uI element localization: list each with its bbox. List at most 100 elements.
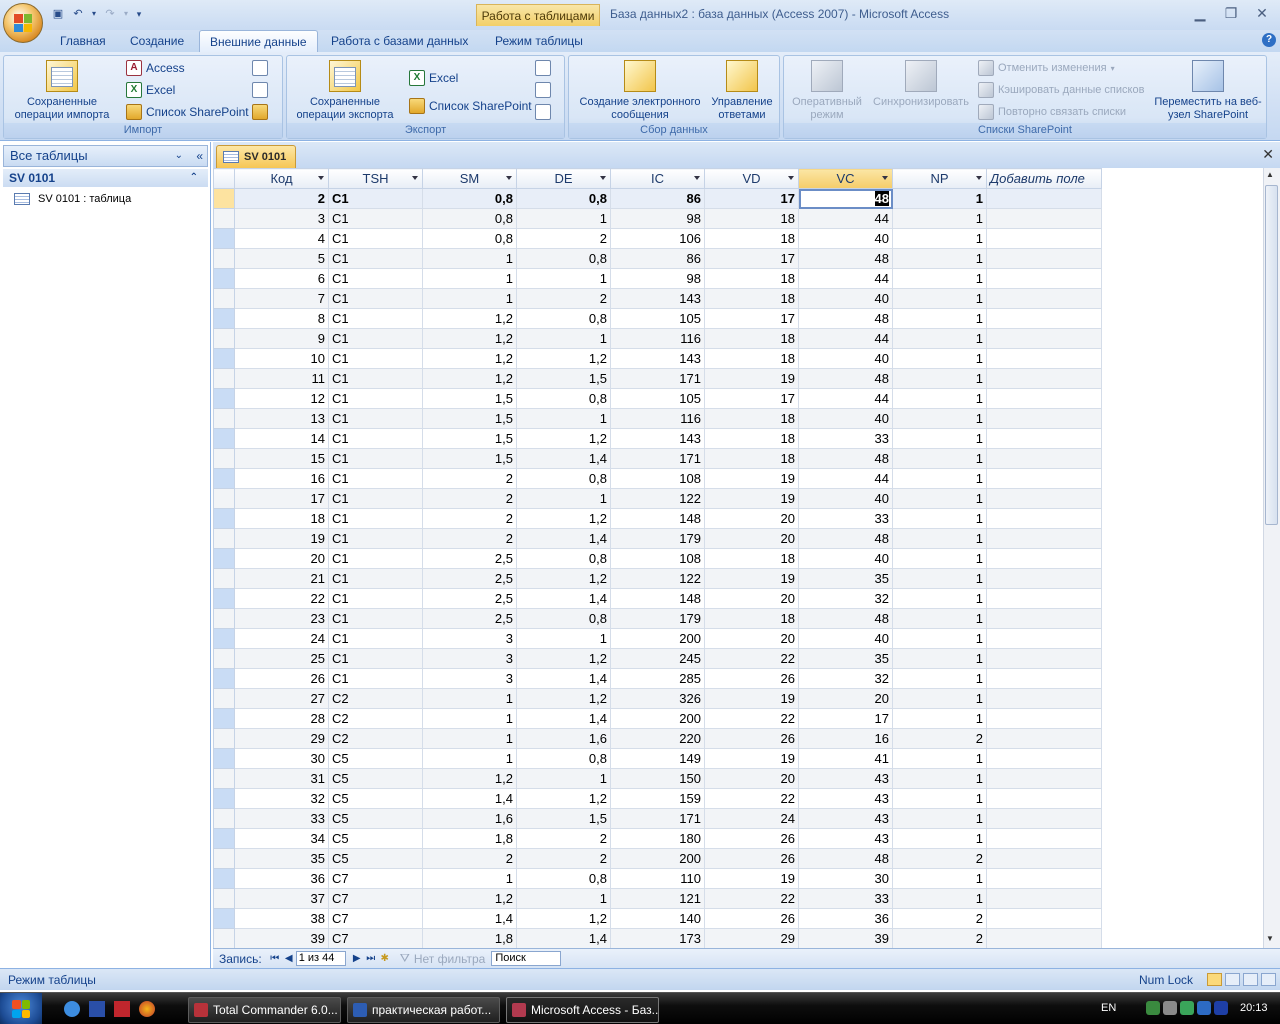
table-cell[interactable]: 19 bbox=[704, 748, 799, 769]
table-cell[interactable]: 1 bbox=[892, 688, 987, 709]
add-field-cell[interactable] bbox=[986, 468, 1102, 489]
record-selector[interactable] bbox=[213, 188, 235, 209]
record-selector[interactable] bbox=[213, 428, 235, 449]
table-cell[interactable]: 43 bbox=[798, 788, 893, 809]
table-cell[interactable]: 22 bbox=[234, 588, 329, 609]
record-selector[interactable] bbox=[213, 368, 235, 389]
create-email-button[interactable]: Создание электронного сообщения bbox=[573, 60, 707, 122]
nav-pane-header[interactable]: Все таблицы ⌄ « bbox=[3, 145, 208, 167]
table-cell[interactable]: 1,5 bbox=[422, 428, 517, 449]
record-selector[interactable] bbox=[213, 788, 235, 809]
table-cell[interactable]: 20 bbox=[234, 548, 329, 569]
table-cell[interactable]: 1 bbox=[892, 808, 987, 829]
table-cell[interactable]: 116 bbox=[610, 328, 705, 349]
table-cell[interactable]: 44 bbox=[798, 388, 893, 409]
scroll-down-icon[interactable]: ▼ bbox=[1266, 934, 1274, 943]
table-cell[interactable]: 1 bbox=[892, 668, 987, 689]
table-cell[interactable]: 22 bbox=[704, 708, 799, 729]
table-cell[interactable]: 48 bbox=[798, 248, 893, 269]
table-cell[interactable]: 1,8 bbox=[422, 828, 517, 849]
table-cell[interactable]: 33 bbox=[234, 808, 329, 829]
export-word-button[interactable] bbox=[535, 58, 551, 78]
add-field-cell[interactable] bbox=[986, 748, 1102, 769]
undo-dropdown-icon[interactable]: ▾ bbox=[90, 7, 98, 21]
table-cell[interactable]: 1 bbox=[422, 288, 517, 309]
table-cell[interactable]: 40 bbox=[798, 408, 893, 429]
table-cell[interactable]: 1,2 bbox=[516, 648, 611, 669]
table-cell[interactable]: C1 bbox=[328, 348, 423, 369]
document-tab-sv0101[interactable]: SV 0101 bbox=[216, 145, 296, 168]
column-header[interactable]: NP bbox=[892, 168, 987, 189]
add-field-cell[interactable] bbox=[986, 248, 1102, 269]
table-cell[interactable]: 23 bbox=[234, 608, 329, 629]
table-cell[interactable]: 36 bbox=[798, 908, 893, 929]
table-cell[interactable]: 1,2 bbox=[422, 348, 517, 369]
table-cell[interactable]: 1 bbox=[892, 568, 987, 589]
scrollbar-thumb[interactable] bbox=[1265, 185, 1278, 525]
volume-icon[interactable] bbox=[1163, 1001, 1177, 1015]
no-filter-button[interactable]: Нет фильтра bbox=[414, 952, 486, 966]
last-record-icon[interactable]: ⏭ bbox=[364, 953, 378, 964]
table-cell[interactable]: 40 bbox=[798, 628, 893, 649]
import-more-button[interactable] bbox=[252, 102, 268, 122]
table-cell[interactable]: C5 bbox=[328, 848, 423, 869]
table-cell[interactable]: 33 bbox=[798, 508, 893, 529]
add-field-cell[interactable] bbox=[986, 368, 1102, 389]
import-access-button[interactable]: A Access bbox=[126, 58, 185, 78]
column-header[interactable]: VD bbox=[704, 168, 799, 189]
table-cell[interactable]: C5 bbox=[328, 808, 423, 829]
table-cell[interactable]: 200 bbox=[610, 628, 705, 649]
pivottable-view-icon[interactable] bbox=[1225, 973, 1240, 986]
add-field-cell[interactable] bbox=[986, 508, 1102, 529]
table-cell[interactable]: 0,8 bbox=[516, 748, 611, 769]
tab-home[interactable]: Главная bbox=[50, 30, 116, 52]
table-cell[interactable]: 48 bbox=[798, 848, 893, 869]
table-cell[interactable]: 1,2 bbox=[516, 788, 611, 809]
table-cell[interactable]: C1 bbox=[328, 608, 423, 629]
table-cell[interactable]: 20 bbox=[704, 588, 799, 609]
table-cell[interactable]: 19 bbox=[704, 568, 799, 589]
add-field-cell[interactable] bbox=[986, 488, 1102, 509]
table-cell[interactable]: 3 bbox=[422, 668, 517, 689]
table-cell[interactable]: 86 bbox=[610, 248, 705, 269]
chevron-down-icon[interactable] bbox=[882, 176, 888, 180]
table-cell[interactable]: 26 bbox=[704, 908, 799, 929]
table-cell[interactable]: 19 bbox=[704, 868, 799, 889]
table-cell[interactable]: C1 bbox=[328, 328, 423, 349]
table-cell[interactable]: 220 bbox=[610, 728, 705, 749]
table-cell[interactable]: C7 bbox=[328, 928, 423, 948]
add-field-cell[interactable] bbox=[986, 588, 1102, 609]
table-cell[interactable]: 1 bbox=[892, 508, 987, 529]
table-cell[interactable]: 171 bbox=[610, 448, 705, 469]
table-cell[interactable]: 1,8 bbox=[422, 928, 517, 948]
table-cell[interactable]: 24 bbox=[704, 808, 799, 829]
table-cell[interactable]: 8 bbox=[234, 308, 329, 329]
table-cell[interactable]: 48 bbox=[798, 308, 893, 329]
table-cell[interactable]: C1 bbox=[328, 388, 423, 409]
table-cell[interactable]: 16 bbox=[798, 728, 893, 749]
record-selector[interactable] bbox=[213, 228, 235, 249]
table-cell[interactable]: 33 bbox=[798, 428, 893, 449]
ie-icon[interactable] bbox=[64, 1001, 80, 1017]
table-cell[interactable]: 1 bbox=[892, 828, 987, 849]
prev-record-icon[interactable]: ◀ bbox=[282, 953, 296, 964]
table-cell[interactable]: 1 bbox=[422, 868, 517, 889]
table-cell[interactable]: 39 bbox=[234, 928, 329, 948]
add-field-cell[interactable] bbox=[986, 448, 1102, 469]
table-cell[interactable]: 18 bbox=[704, 268, 799, 289]
table-cell[interactable]: 1,5 bbox=[422, 448, 517, 469]
record-selector[interactable] bbox=[213, 308, 235, 329]
table-cell[interactable]: 1 bbox=[892, 408, 987, 429]
table-cell[interactable]: 1,2 bbox=[422, 768, 517, 789]
column-header[interactable]: Код bbox=[234, 168, 329, 189]
table-cell[interactable]: 1 bbox=[892, 888, 987, 909]
record-selector[interactable] bbox=[213, 268, 235, 289]
table-cell[interactable]: 179 bbox=[610, 528, 705, 549]
add-field-cell[interactable] bbox=[986, 828, 1102, 849]
table-cell[interactable]: 1,4 bbox=[516, 928, 611, 948]
record-selector[interactable] bbox=[213, 728, 235, 749]
record-selector[interactable] bbox=[213, 488, 235, 509]
close-document-icon[interactable]: ✕ bbox=[1262, 146, 1274, 163]
table-cell[interactable]: 44 bbox=[798, 328, 893, 349]
table-cell[interactable]: 1,2 bbox=[422, 368, 517, 389]
